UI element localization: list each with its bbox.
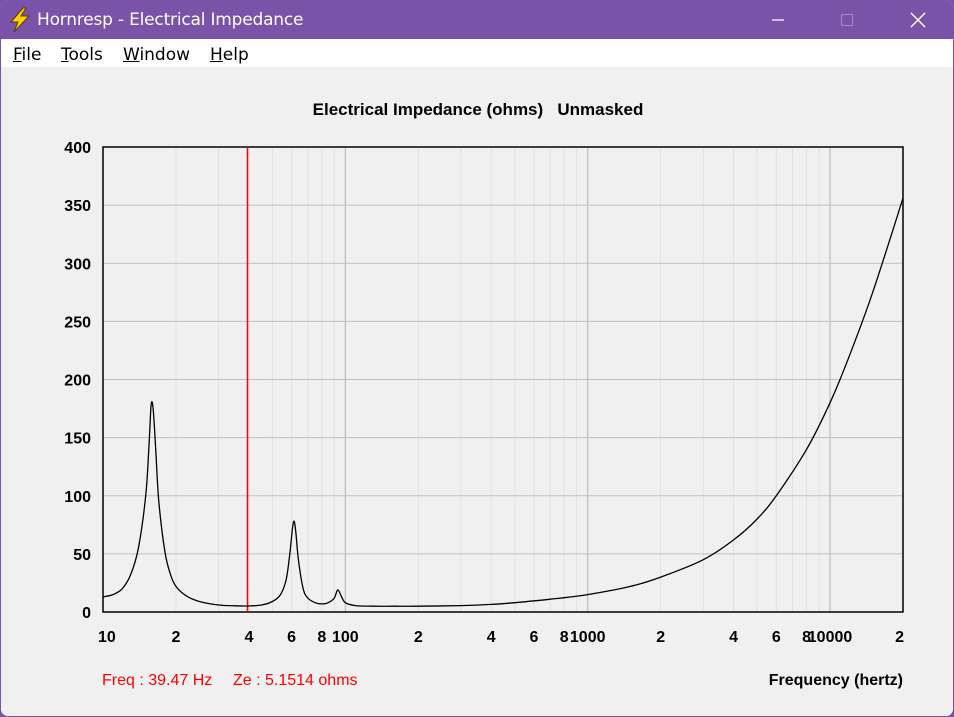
x-tick-label: 4 (487, 629, 496, 646)
x-tick-label: 2 (895, 629, 904, 646)
close-icon (910, 12, 926, 28)
x-tick-label: 2 (414, 629, 423, 646)
x-tick-label: 2 (172, 629, 181, 646)
y-axis-ticks: 400 350 300 250 200 150 100 50 0 (64, 140, 91, 622)
x-tick-label: 8 (317, 629, 326, 646)
window-title: Hornresp - Electrical Impedance (37, 10, 304, 30)
impedance-chart[interactable]: Electrical Impedance (ohms) Unmasked 400… (1, 67, 954, 717)
lightning-bolt-icon (9, 7, 31, 33)
y-tick-label: 300 (64, 256, 91, 273)
y-tick-label: 100 (64, 489, 91, 506)
y-tick-label: 350 (64, 198, 91, 215)
menu-bar: File Tools Window Help (1, 39, 953, 67)
x-tick-label: 6 (287, 629, 296, 646)
menu-file-mnemonic: F (13, 45, 22, 65)
x-tick-label: 6 (529, 629, 538, 646)
y-tick-label: 0 (82, 605, 91, 622)
x-tick-label: 100 (332, 629, 359, 646)
menu-tools[interactable]: Tools (61, 45, 103, 65)
x-tick-label: 6 (772, 629, 781, 646)
y-tick-label: 50 (73, 547, 91, 564)
app-window: Hornresp - Electrical Impedance File Too… (0, 0, 954, 717)
impedance-curve (102, 197, 904, 607)
grid (103, 147, 904, 612)
x-tick-label: 4 (244, 629, 253, 646)
x-tick-label: 1000 (570, 629, 606, 646)
close-button[interactable] (895, 1, 941, 39)
x-tick-label: 2 (656, 629, 665, 646)
menu-window-mnemonic: W (123, 45, 140, 65)
minimize-icon (772, 19, 784, 21)
y-tick-label: 150 (64, 431, 91, 448)
chart-title: Electrical Impedance (ohms) Unmasked (313, 100, 644, 119)
x-tick-label: 10000 (808, 629, 853, 646)
x-axis-label: Frequency (hertz) (769, 672, 903, 689)
y-tick-label: 400 (64, 140, 91, 157)
minimize-button[interactable] (755, 1, 801, 39)
maximize-icon (840, 13, 854, 27)
menu-help-mnemonic: H (210, 45, 223, 65)
x-tick-label: 8 (560, 629, 569, 646)
menu-window[interactable]: Window (123, 45, 190, 65)
y-tick-label: 250 (64, 314, 91, 331)
menu-help[interactable]: Help (210, 45, 249, 65)
x-axis-ticks: 10 2 4 6 8 100 2 4 6 8 1000 2 4 6 810000 2 (98, 629, 904, 646)
y-tick-label: 200 (64, 373, 91, 390)
x-tick-label: 4 (729, 629, 738, 646)
chart-area[interactable]: Electrical Impedance (ohms) Unmasked 400… (1, 67, 954, 717)
x-tick-label: 10 (98, 629, 116, 646)
frequency-readout: Freq : 39.47 Hz (102, 672, 212, 689)
menu-file[interactable]: File (13, 45, 41, 65)
menu-tools-mnemonic: T (61, 45, 69, 65)
maximize-button[interactable] (824, 1, 870, 39)
title-bar[interactable]: Hornresp - Electrical Impedance (1, 1, 953, 39)
impedance-readout: Ze : 5.1514 ohms (233, 672, 358, 689)
